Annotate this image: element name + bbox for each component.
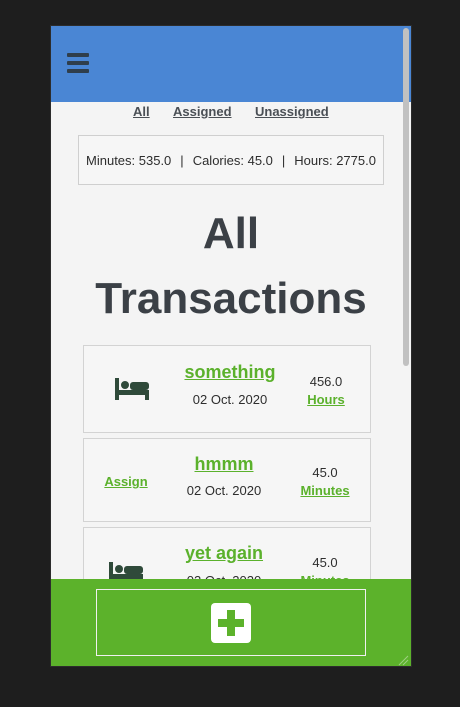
- transaction-card: Assign hmmm 02 Oct. 2020 45.0 Minutes: [83, 438, 371, 522]
- top-bar: [51, 26, 411, 102]
- transaction-unit-link[interactable]: Hours: [296, 392, 356, 407]
- transaction-date: 02 Oct. 2020: [186, 483, 262, 498]
- transaction-name-link[interactable]: hmmm: [174, 454, 274, 475]
- page-title: All Transactions: [51, 201, 411, 331]
- summary-calories: Calories: 45.0: [192, 152, 273, 168]
- bed-icon: [115, 378, 149, 400]
- page-title-line2: Transactions: [95, 274, 367, 323]
- transaction-unit-link[interactable]: Minutes: [290, 483, 360, 498]
- assign-link[interactable]: Assign: [96, 474, 156, 489]
- summary-minutes: Minutes: 535.0: [86, 152, 172, 168]
- transaction-amount: 45.0: [312, 465, 338, 480]
- totals-summary: Minutes: 535.0 | Calories: 45.0 | Hours:…: [78, 135, 384, 185]
- filter-unassigned-link[interactable]: Unassigned: [255, 104, 329, 119]
- app-frame: All Assigned Unassigned Minutes: 535.0 |…: [50, 25, 412, 667]
- transaction-name-link[interactable]: something: [180, 362, 280, 383]
- transaction-amount: 45.0: [312, 555, 338, 570]
- filter-assigned-link[interactable]: Assigned: [173, 104, 232, 119]
- page-title-line1: All: [202, 209, 260, 258]
- hamburger-menu-icon[interactable]: [67, 53, 89, 73]
- transaction-date: 02 Oct. 2020: [192, 392, 268, 407]
- scrollbar-thumb[interactable]: [403, 28, 409, 366]
- transaction-card: something 02 Oct. 2020 456.0 Hours: [83, 345, 371, 433]
- transaction-name-link[interactable]: yet again: [174, 543, 274, 564]
- summary-separator: |: [180, 152, 184, 168]
- resize-grip-icon[interactable]: [397, 654, 409, 666]
- summary-hours: Hours: 2775.0: [294, 152, 376, 168]
- bottom-bar: [51, 579, 411, 666]
- add-transaction-button[interactable]: [96, 589, 366, 656]
- transaction-amount: 456.0: [309, 374, 343, 389]
- summary-separator: |: [281, 152, 286, 168]
- filter-links: All Assigned Unassigned: [51, 104, 411, 124]
- filter-all-link[interactable]: All: [133, 104, 150, 119]
- plus-icon: [211, 603, 251, 643]
